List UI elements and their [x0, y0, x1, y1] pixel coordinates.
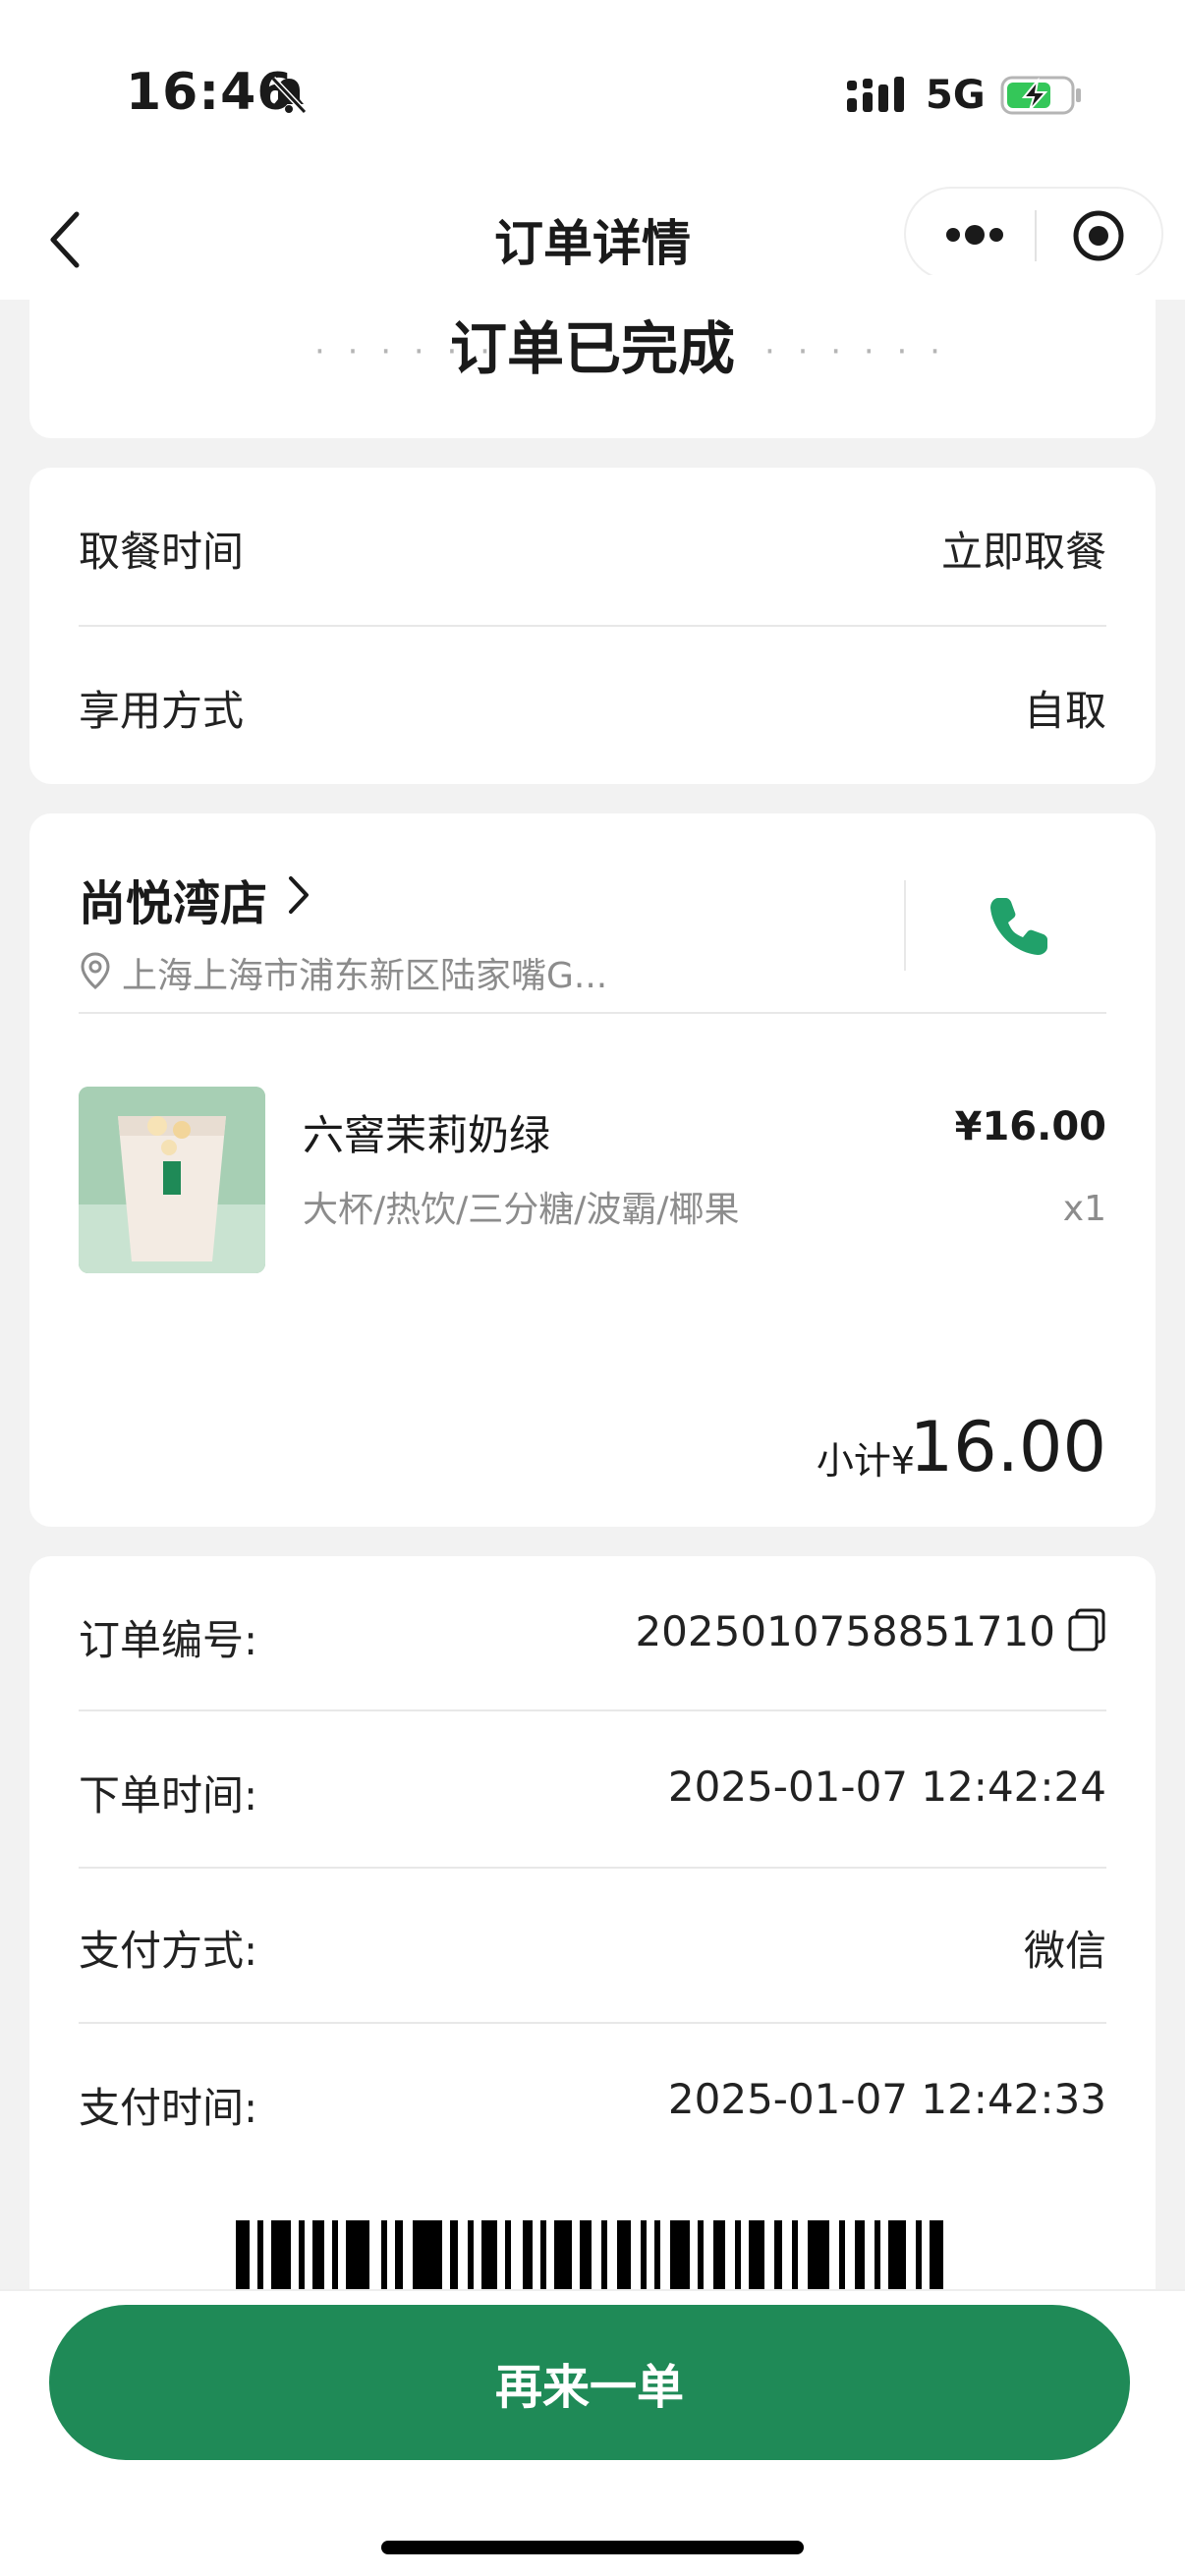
payment-method-value: 微信 — [1023, 1927, 1106, 1975]
dining-method-label: 享用方式 — [79, 687, 245, 735]
more-icon[interactable] — [943, 222, 1006, 248]
store-address: 上海上海市浦东新区陆家嘴G... — [122, 956, 608, 996]
pickup-time-label: 取餐时间 — [79, 528, 245, 576]
divider — [79, 625, 1106, 627]
reorder-button[interactable]: 再来一单 — [49, 2305, 1130, 2460]
mini-program-capsule — [904, 187, 1163, 281]
network-label: 5G — [926, 73, 986, 118]
store-product-card: 尚悦湾店 上海上海市浦东新区陆家嘴G... 六窨茉莉奶绿 大杯/热饮/三分糖/波… — [29, 813, 1156, 1527]
order-time-label: 下单时间: — [79, 1771, 258, 1820]
capsule-divider — [1035, 210, 1037, 261]
subtotal-value: 16.00 — [909, 1407, 1106, 1487]
order-number-value: 2025010758851710 — [635, 1607, 1055, 1655]
divider — [79, 1012, 1106, 1014]
bell-off-icon — [270, 76, 308, 115]
pickup-info-card: 取餐时间 立即取餐 享用方式 自取 — [29, 468, 1156, 784]
store-name[interactable]: 尚悦湾店 — [79, 865, 267, 933]
vertical-divider — [904, 880, 906, 971]
order-detail-page: 16:46 5G 订单详情 · · · · · · 订单已完成 · · · · … — [0, 0, 1185, 2576]
home-indicator — [381, 2541, 804, 2554]
battery-charging-icon — [1000, 76, 1081, 115]
order-time-value: 2025-01-07 12:42:24 — [667, 1763, 1106, 1811]
divider — [79, 2022, 1106, 2024]
product-quantity: x1 — [1062, 1189, 1106, 1229]
divider — [79, 1867, 1106, 1869]
product-price: ¥16.00 — [954, 1104, 1106, 1149]
divider — [79, 1709, 1106, 1711]
payment-time-value: 2025-01-07 12:42:33 — [667, 2075, 1106, 2123]
location-pin-icon — [81, 952, 110, 989]
dining-method-value: 自取 — [1023, 687, 1106, 735]
product-image — [79, 1087, 265, 1273]
status-bar: 16:46 5G — [0, 0, 1185, 187]
bottom-action-bar: 再来一单 — [0, 2289, 1185, 2576]
product-name: 六窨茉莉奶绿 — [303, 1111, 551, 1159]
pickup-time-value: 立即取餐 — [940, 528, 1106, 576]
subtotal-label: 小计¥ — [816, 1439, 915, 1483]
copy-icon[interactable] — [1067, 1607, 1106, 1652]
product-spec: 大杯/热饮/三分糖/波霸/椰果 — [303, 1190, 740, 1230]
order-status-text: 订单已完成 — [449, 315, 735, 382]
decor-dots-right: · · · · · · — [764, 332, 946, 371]
phone-icon[interactable] — [985, 892, 1053, 961]
target-icon[interactable] — [1071, 208, 1126, 263]
barcode — [236, 2220, 943, 2295]
order-status-card: · · · · · · 订单已完成 · · · · · · — [29, 275, 1156, 438]
product-cup-illustration — [79, 1087, 265, 1273]
chevron-right-icon[interactable] — [283, 872, 312, 918]
signal-icon — [847, 77, 904, 112]
order-number-label: 订单编号: — [79, 1616, 258, 1664]
payment-method-label: 支付方式: — [79, 1927, 258, 1975]
payment-time-label: 支付时间: — [79, 2084, 258, 2132]
